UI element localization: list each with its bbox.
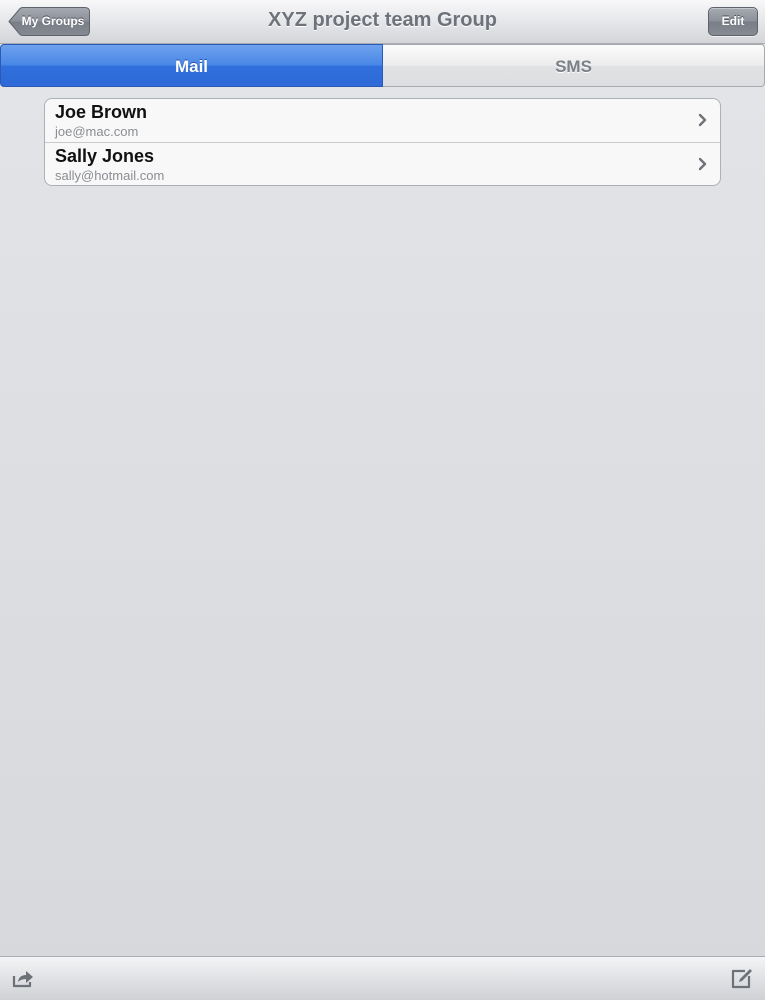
share-icon[interactable]: [11, 967, 35, 989]
contact-row-sally-jones[interactable]: Sally Jones sally@hotmail.com: [45, 142, 720, 185]
contact-row-joe-brown[interactable]: Joe Brown joe@mac.com: [45, 99, 720, 142]
contact-list: Joe Brown joe@mac.com Sally Jones sally@…: [44, 98, 721, 186]
mail-sms-segmented-control: Mail SMS: [0, 44, 765, 87]
page-title: XYZ project team Group: [268, 9, 497, 31]
contact-email: joe@mac.com: [55, 124, 139, 139]
chevron-right-icon: [698, 113, 707, 127]
chevron-right-icon: [698, 157, 707, 171]
segment-sms[interactable]: SMS: [383, 44, 765, 87]
contact-name: Joe Brown: [55, 102, 148, 122]
edit-button[interactable]: Edit: [708, 7, 758, 36]
bottom-toolbar: [0, 956, 765, 1000]
compose-icon[interactable]: [730, 967, 754, 989]
contact-email: sally@hotmail.com: [55, 168, 165, 183]
contact-name: Sally Jones: [55, 146, 155, 166]
segment-mail[interactable]: Mail: [0, 44, 383, 87]
navigation-bar: My Groups XYZ project team Group Edit: [0, 0, 765, 44]
